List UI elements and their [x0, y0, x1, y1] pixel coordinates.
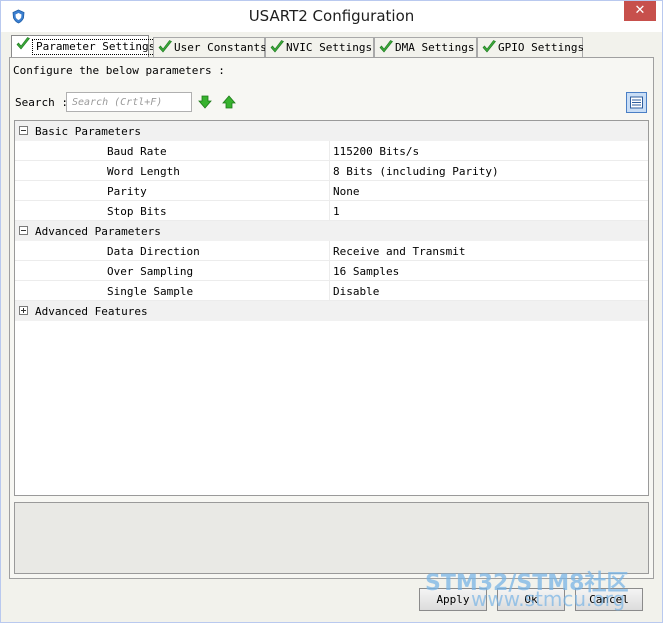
group-advanced-features[interactable]: Advanced Features — [15, 301, 648, 321]
param-name: Stop Bits — [107, 205, 167, 218]
tab-label: DMA Settings — [395, 41, 475, 54]
window-title: USART2 Configuration — [248, 7, 415, 25]
collapse-icon[interactable] — [19, 226, 28, 235]
param-row-stop-bits[interactable]: Stop Bits 1 — [15, 201, 648, 221]
description-box — [14, 502, 649, 574]
param-row-single-sample[interactable]: Single Sample Disable — [15, 281, 648, 301]
expand-icon[interactable] — [19, 306, 28, 315]
column-divider — [329, 261, 330, 281]
tab-label: NVIC Settings — [286, 41, 373, 54]
column-divider — [329, 281, 330, 301]
param-value[interactable]: 8 Bits (including Parity) — [333, 165, 499, 178]
param-name: Over Sampling — [107, 265, 194, 278]
list-view-icon — [630, 96, 643, 109]
tab-label: GPIO Settings — [498, 41, 585, 54]
param-value[interactable]: None — [333, 185, 360, 198]
group-label: Advanced Features — [35, 305, 148, 318]
param-value[interactable]: 1 — [333, 205, 340, 218]
arrow-down-icon[interactable] — [198, 95, 212, 109]
param-row-over-sampling[interactable]: Over Sampling 16 Samples — [15, 261, 648, 281]
column-divider — [329, 181, 330, 201]
param-row-data-direction[interactable]: Data Direction Receive and Transmit — [15, 241, 648, 261]
search-input[interactable] — [66, 92, 192, 112]
param-name: Word Length — [107, 165, 180, 178]
group-advanced-parameters[interactable]: Advanced Parameters — [15, 221, 648, 241]
tab-nvic-settings[interactable]: NVIC Settings — [265, 37, 374, 57]
configuration-window: USART2 Configuration ✕ Parameter Setting… — [0, 0, 663, 623]
close-button[interactable]: ✕ — [624, 1, 656, 21]
close-icon: ✕ — [634, 3, 646, 18]
tab-user-constants[interactable]: User Constants — [153, 37, 267, 57]
tab-label: User Constants — [174, 41, 267, 54]
checkmark-icon — [379, 40, 393, 53]
collapse-icon[interactable] — [19, 126, 28, 135]
param-value[interactable]: Disable — [333, 285, 379, 298]
column-divider — [329, 161, 330, 181]
column-divider — [329, 141, 330, 161]
checkmark-icon — [158, 40, 172, 53]
search-label: Search : — [15, 96, 68, 109]
group-label: Advanced Parameters — [35, 225, 161, 238]
param-name: Single Sample — [107, 285, 194, 298]
param-row-parity[interactable]: Parity None — [15, 181, 648, 201]
checkmark-icon — [270, 40, 284, 53]
column-divider — [329, 241, 330, 261]
param-name: Parity — [107, 185, 147, 198]
group-basic-parameters[interactable]: Basic Parameters — [15, 121, 648, 141]
checkmark-icon — [482, 40, 496, 53]
param-row-word-length[interactable]: Word Length 8 Bits (including Parity) — [15, 161, 648, 181]
parameter-panel: Configure the below parameters : Search … — [9, 57, 654, 579]
title-bar: USART2 Configuration ✕ — [1, 1, 662, 32]
param-name: Baud Rate — [107, 145, 167, 158]
tab-dma-settings[interactable]: DMA Settings — [374, 37, 477, 57]
tab-label: Parameter Settings — [32, 39, 160, 55]
watermark-url: www.stmcu.org — [471, 587, 626, 611]
column-divider — [329, 201, 330, 221]
configure-instruction: Configure the below parameters : — [13, 64, 225, 77]
checkmark-icon — [16, 37, 30, 50]
param-row-baud-rate[interactable]: Baud Rate 115200 Bits/s — [15, 141, 648, 161]
param-name: Data Direction — [107, 245, 200, 258]
param-value[interactable]: 16 Samples — [333, 265, 399, 278]
tab-parameter-settings[interactable]: Parameter Settings — [11, 35, 160, 57]
group-label: Basic Parameters — [35, 125, 141, 138]
param-value[interactable]: 115200 Bits/s — [333, 145, 419, 158]
list-view-button[interactable] — [626, 92, 647, 113]
param-value[interactable]: Receive and Transmit — [333, 245, 465, 258]
arrow-up-icon[interactable] — [222, 95, 236, 109]
parameter-grid: Basic Parameters Baud Rate 115200 Bits/s… — [14, 120, 649, 496]
tab-gpio-settings[interactable]: GPIO Settings — [477, 37, 584, 57]
